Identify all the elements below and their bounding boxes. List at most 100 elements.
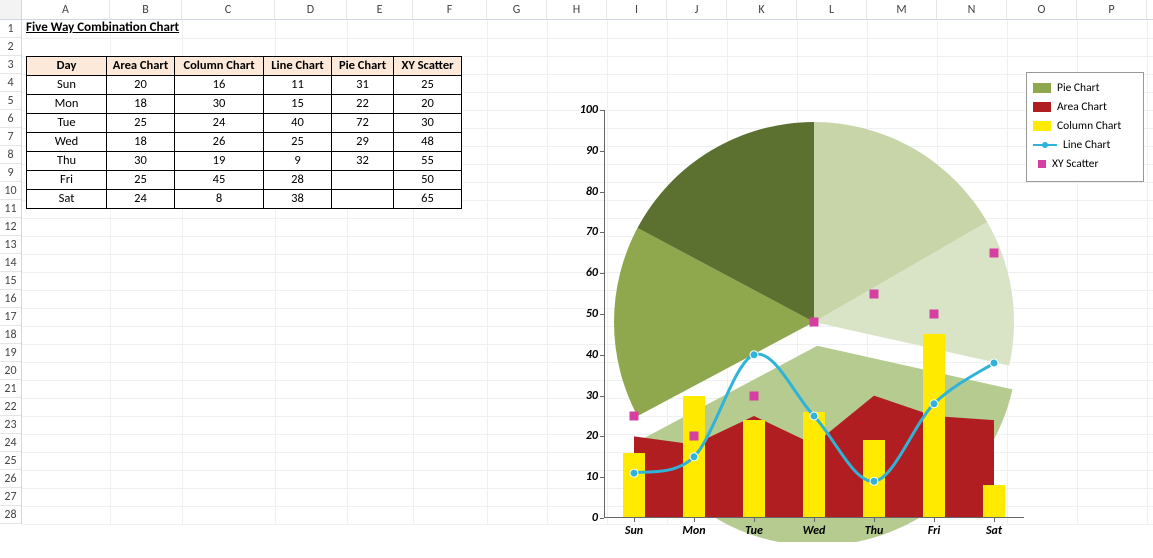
- table-row[interactable]: Mon1830152220: [27, 95, 462, 114]
- table-row[interactable]: Tue2524407230: [27, 114, 462, 133]
- col-header-P[interactable]: P: [1077, 0, 1147, 19]
- cell[interactable]: 31: [332, 76, 394, 95]
- line-point-Thu: [870, 477, 878, 485]
- table-row[interactable]: Sat24838 65: [27, 190, 462, 209]
- cell[interactable]: Fri: [27, 171, 107, 190]
- row-header-27[interactable]: 27: [0, 488, 21, 506]
- cell[interactable]: 25: [264, 133, 332, 152]
- cell[interactable]: 30: [175, 95, 264, 114]
- cell[interactable]: 30: [394, 114, 462, 133]
- row-header-12[interactable]: 12: [0, 218, 21, 236]
- row-header-6[interactable]: 6: [0, 110, 21, 128]
- worksheet-area[interactable]: Five Way Combination Chart Day Area Char…: [22, 20, 1153, 524]
- row-header-17[interactable]: 17: [0, 308, 21, 326]
- row-header-25[interactable]: 25: [0, 452, 21, 470]
- cell[interactable]: 29: [332, 133, 394, 152]
- cell[interactable]: 30: [107, 152, 175, 171]
- cell[interactable]: 15: [264, 95, 332, 114]
- cell[interactable]: 45: [175, 171, 264, 190]
- col-header-E[interactable]: E: [347, 0, 413, 19]
- col-header-H[interactable]: H: [547, 0, 607, 19]
- row-header-1[interactable]: 1: [0, 20, 21, 38]
- cell[interactable]: 38: [264, 190, 332, 209]
- cell[interactable]: 65: [394, 190, 462, 209]
- col-header-G[interactable]: G: [487, 0, 547, 19]
- row-header-19[interactable]: 19: [0, 344, 21, 362]
- row-header-14[interactable]: 14: [0, 254, 21, 272]
- cell[interactable]: 26: [175, 133, 264, 152]
- table-row[interactable]: Wed1826252948: [27, 133, 462, 152]
- cell[interactable]: 11: [264, 76, 332, 95]
- row-header-23[interactable]: 23: [0, 416, 21, 434]
- row-header-5[interactable]: 5: [0, 92, 21, 110]
- select-all-corner[interactable]: [0, 0, 22, 19]
- row-header-22[interactable]: 22: [0, 398, 21, 416]
- cell[interactable]: Sun: [27, 76, 107, 95]
- row-header-8[interactable]: 8: [0, 146, 21, 164]
- col-header-B[interactable]: B: [110, 0, 182, 19]
- col-header-C[interactable]: C: [182, 0, 275, 19]
- cell[interactable]: 25: [394, 76, 462, 95]
- row-header-13[interactable]: 13: [0, 236, 21, 254]
- combo-chart[interactable]: 0102030405060708090100SunMonTueWedThuFri…: [544, 60, 1153, 558]
- cell[interactable]: 50: [394, 171, 462, 190]
- data-table[interactable]: Day Area Chart Column Chart Line Chart P…: [26, 56, 462, 209]
- cell[interactable]: 72: [332, 114, 394, 133]
- cell[interactable]: 9: [264, 152, 332, 171]
- col-header-A[interactable]: A: [22, 0, 110, 19]
- cell[interactable]: 18: [107, 133, 175, 152]
- line-point-Fri: [930, 400, 938, 408]
- cell[interactable]: Tue: [27, 114, 107, 133]
- row-header-26[interactable]: 26: [0, 470, 21, 488]
- cell[interactable]: 16: [175, 76, 264, 95]
- row-header-28[interactable]: 28: [0, 506, 21, 524]
- col-header-N[interactable]: N: [937, 0, 1007, 19]
- cell[interactable]: 55: [394, 152, 462, 171]
- row-header-15[interactable]: 15: [0, 272, 21, 290]
- row-header-4[interactable]: 4: [0, 74, 21, 92]
- table-row[interactable]: Sun2016113125: [27, 76, 462, 95]
- col-header-M[interactable]: M: [867, 0, 937, 19]
- col-header-L[interactable]: L: [797, 0, 867, 19]
- cell[interactable]: Sat: [27, 190, 107, 209]
- cell[interactable]: 19: [175, 152, 264, 171]
- cell[interactable]: 25: [107, 114, 175, 133]
- cell[interactable]: 8: [175, 190, 264, 209]
- cell[interactable]: 18: [107, 95, 175, 114]
- col-header-J[interactable]: J: [667, 0, 727, 19]
- cell[interactable]: 24: [175, 114, 264, 133]
- cell[interactable]: Thu: [27, 152, 107, 171]
- cell[interactable]: Mon: [27, 95, 107, 114]
- row-header-7[interactable]: 7: [0, 128, 21, 146]
- col-header-F[interactable]: F: [413, 0, 487, 19]
- table-row[interactable]: Fri254528 50: [27, 171, 462, 190]
- col-header-D[interactable]: D: [275, 0, 347, 19]
- cell[interactable]: 28: [264, 171, 332, 190]
- row-header-3[interactable]: 3: [0, 56, 21, 74]
- cell[interactable]: 32: [332, 152, 394, 171]
- cell[interactable]: Wed: [27, 133, 107, 152]
- row-header-16[interactable]: 16: [0, 290, 21, 308]
- row-header-21[interactable]: 21: [0, 380, 21, 398]
- row-header-11[interactable]: 11: [0, 200, 21, 218]
- legend-label-area: Area Chart: [1057, 100, 1107, 114]
- col-header-K[interactable]: K: [727, 0, 797, 19]
- cell[interactable]: 48: [394, 133, 462, 152]
- cell[interactable]: 25: [107, 171, 175, 190]
- cell[interactable]: 20: [394, 95, 462, 114]
- col-header-I[interactable]: I: [607, 0, 667, 19]
- row-header-24[interactable]: 24: [0, 434, 21, 452]
- row-header-10[interactable]: 10: [0, 182, 21, 200]
- cell[interactable]: 22: [332, 95, 394, 114]
- cell[interactable]: 40: [264, 114, 332, 133]
- cell[interactable]: 24: [107, 190, 175, 209]
- col-header-O[interactable]: O: [1007, 0, 1077, 19]
- row-header-20[interactable]: 20: [0, 362, 21, 380]
- row-header-18[interactable]: 18: [0, 326, 21, 344]
- table-row[interactable]: Thu301993255: [27, 152, 462, 171]
- cell[interactable]: 20: [107, 76, 175, 95]
- cell[interactable]: [332, 171, 394, 190]
- row-header-9[interactable]: 9: [0, 164, 21, 182]
- cell[interactable]: [332, 190, 394, 209]
- row-header-2[interactable]: 2: [0, 38, 21, 56]
